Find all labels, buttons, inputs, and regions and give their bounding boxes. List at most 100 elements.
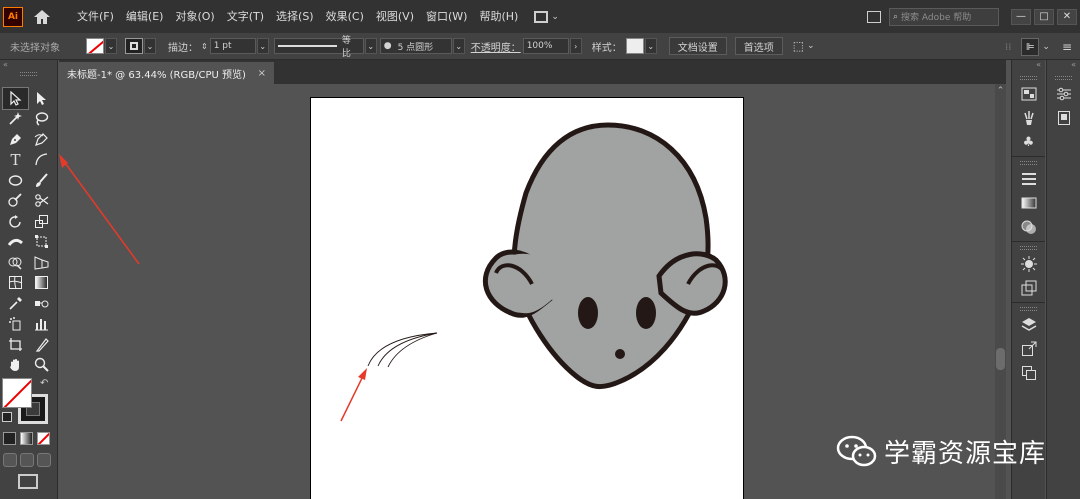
gradient-tool-icon[interactable] <box>29 273 54 294</box>
menu-window[interactable]: 窗口(W) <box>420 0 473 33</box>
libraries-icon[interactable] <box>1019 84 1039 104</box>
asset-export-icon[interactable] <box>1019 339 1039 359</box>
gradient-icon[interactable] <box>20 432 33 445</box>
menu-file[interactable]: 文件(F) <box>71 0 120 33</box>
none-icon[interactable] <box>37 432 50 445</box>
panel-toggle-icon[interactable] <box>867 10 881 23</box>
layers-icon[interactable] <box>1019 315 1039 335</box>
collapse-icon[interactable]: « <box>1012 60 1045 72</box>
stroke-swatch[interactable] <box>125 38 143 54</box>
screen-mode-icon[interactable] <box>18 474 38 489</box>
magic-wand-tool-icon[interactable] <box>3 109 28 130</box>
blend-tool-icon[interactable] <box>29 293 54 314</box>
arrange-documents-icon[interactable]: ⬚ <box>793 39 804 53</box>
variable-width-profile[interactable]: 等比 <box>273 36 364 59</box>
menu-edit[interactable]: 编辑(E) <box>120 0 170 33</box>
stepper-icon[interactable]: ⇕ <box>201 42 208 51</box>
opacity-label[interactable]: 不透明度： <box>471 39 521 54</box>
default-fill-stroke-icon[interactable] <box>2 412 12 422</box>
chevron-right-icon[interactable]: › <box>569 38 582 54</box>
pen-tool-icon[interactable] <box>3 129 28 150</box>
draw-behind-icon[interactable] <box>20 453 34 467</box>
close-window-button[interactable]: ✕ <box>1057 8 1077 25</box>
selection-tool-icon[interactable] <box>2 87 29 110</box>
align-icon[interactable]: ⊫ <box>1021 38 1040 56</box>
close-tab-icon[interactable]: × <box>258 68 266 79</box>
zoom-tool-icon[interactable] <box>29 355 54 376</box>
menu-select[interactable]: 选择(S) <box>270 0 320 33</box>
menu-object[interactable]: 对象(O) <box>169 0 220 33</box>
opacity-input[interactable]: 100% <box>522 38 569 54</box>
menu-help[interactable]: 帮助(H) <box>473 0 524 33</box>
chevron-down-icon[interactable]: ⌄ <box>256 38 269 54</box>
shaper-tool-icon[interactable] <box>3 191 28 212</box>
workspace-layout-icon[interactable] <box>534 10 549 23</box>
menu-view[interactable]: 视图(V) <box>370 0 420 33</box>
eyedropper-tool-icon[interactable] <box>3 293 28 314</box>
panel-grip[interactable] <box>1020 307 1037 311</box>
chevron-down-icon[interactable]: ⌄ <box>364 38 377 54</box>
chevron-down-icon[interactable]: ⌄ <box>807 41 815 51</box>
fill-color-swatch[interactable] <box>2 378 32 408</box>
chevron-down-icon[interactable]: ⌄ <box>144 38 156 54</box>
document-setup-button[interactable]: 文档设置 <box>668 37 727 55</box>
direct-selection-tool-icon[interactable] <box>29 88 54 109</box>
graphic-style-swatch[interactable] <box>625 38 644 54</box>
scissors-tool-icon[interactable] <box>29 191 54 212</box>
panel-grip[interactable] <box>20 72 37 76</box>
paintbrush-tool-icon[interactable] <box>29 170 54 191</box>
chevron-down-icon[interactable]: ⌄ <box>105 38 117 54</box>
panel-grip[interactable] <box>1020 246 1037 250</box>
chevron-down-icon[interactable]: ⌄ <box>551 12 559 22</box>
panel-options-icon[interactable]: ⁞⁞ <box>1005 42 1011 53</box>
home-icon[interactable] <box>33 9 51 25</box>
scroll-up-icon[interactable]: ⌃ <box>995 86 1006 96</box>
shape-builder-tool-icon[interactable] <box>3 252 28 273</box>
draw-normal-icon[interactable] <box>3 453 17 467</box>
collapse-icon[interactable]: « <box>0 60 57 72</box>
artboard-tool-icon[interactable] <box>3 334 28 355</box>
artboards-icon[interactable] <box>1019 363 1039 383</box>
mesh-tool-icon[interactable] <box>3 273 28 294</box>
perspective-grid-tool-icon[interactable] <box>29 252 54 273</box>
transparency-icon[interactable] <box>1019 217 1039 237</box>
appearance-icon[interactable] <box>1019 254 1039 274</box>
type-tool-icon[interactable]: T <box>3 150 28 171</box>
fill-swatch[interactable] <box>86 38 104 54</box>
free-transform-tool-icon[interactable] <box>29 232 54 253</box>
gradient-panel-icon[interactable] <box>1019 193 1039 213</box>
curvature-tool-icon[interactable] <box>29 129 54 150</box>
panel-grip[interactable] <box>1055 76 1072 80</box>
symbols-icon[interactable]: ♣ <box>1019 132 1039 152</box>
document-tab[interactable]: 未标题-1* @ 63.44% (RGB/CPU 预览) × <box>59 62 274 84</box>
chevron-down-icon[interactable]: ⌄ <box>452 38 465 54</box>
menu-type[interactable]: 文字(T) <box>221 0 270 33</box>
help-search-input[interactable]: ⌕ 搜索 Adobe 帮助 <box>889 7 999 26</box>
color-icon[interactable] <box>3 432 16 445</box>
line-segment-tool-icon[interactable] <box>29 150 54 171</box>
draw-inside-icon[interactable] <box>37 453 51 467</box>
hand-tool-icon[interactable] <box>3 355 28 376</box>
width-tool-icon[interactable] <box>3 232 28 253</box>
scale-tool-icon[interactable] <box>29 211 54 232</box>
maximize-button[interactable]: □ <box>1034 8 1054 25</box>
slice-tool-icon[interactable] <box>29 334 54 355</box>
menu-icon[interactable]: ≡ <box>1062 40 1072 54</box>
stroke-weight-input[interactable]: 1 pt <box>209 38 256 54</box>
brush-definition[interactable]: ● 5 点圆形 <box>379 38 452 54</box>
swap-fill-stroke-icon[interactable]: ↶ <box>40 378 48 389</box>
preferences-button[interactable]: 首选项 <box>734 37 783 55</box>
menu-effect[interactable]: 效果(C) <box>320 0 370 33</box>
ellipse-tool-icon[interactable] <box>3 170 28 191</box>
properties-icon[interactable] <box>1054 84 1074 104</box>
panel-grip[interactable] <box>1020 161 1037 165</box>
collapse-icon[interactable]: « <box>1047 60 1080 72</box>
symbol-sprayer-tool-icon[interactable] <box>3 314 28 335</box>
lasso-tool-icon[interactable] <box>29 109 54 130</box>
stroke-panel-icon[interactable] <box>1019 169 1039 189</box>
pages-icon[interactable] <box>1054 108 1074 128</box>
chevron-down-icon[interactable]: ⌄ <box>1042 42 1050 52</box>
chevron-down-icon[interactable]: ⌄ <box>644 38 657 54</box>
panel-grip[interactable] <box>1020 76 1037 80</box>
rotate-tool-icon[interactable] <box>3 211 28 232</box>
